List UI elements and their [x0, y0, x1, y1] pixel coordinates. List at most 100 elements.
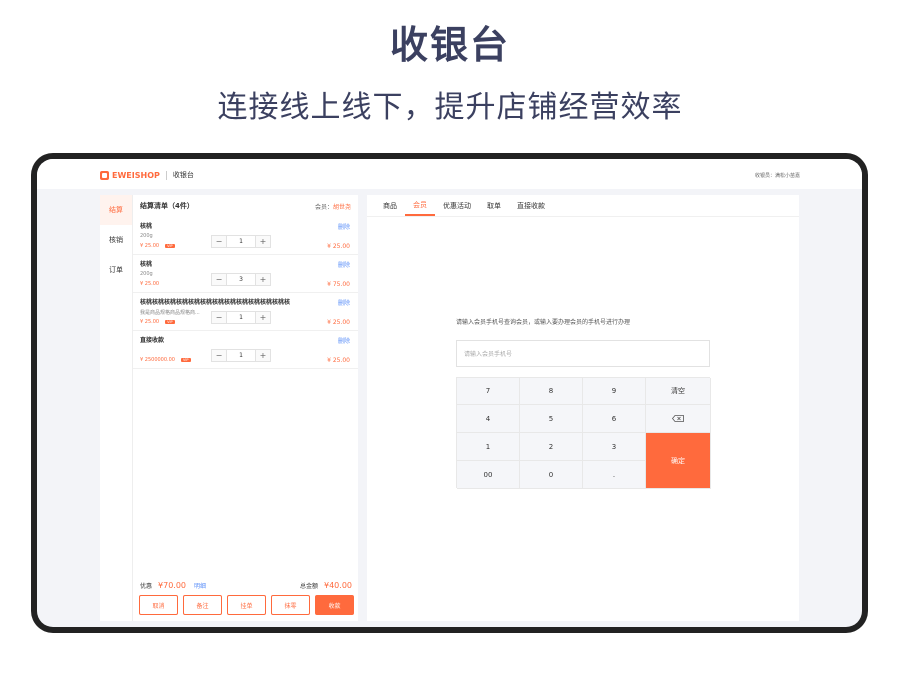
- tab-bar: 商品 会员 优惠活动 取单 直接收款: [367, 195, 799, 217]
- vip-badge: VIP: [181, 358, 191, 362]
- plus-button[interactable]: +: [256, 350, 270, 361]
- delete-link[interactable]: 删除: [338, 298, 350, 307]
- tab-member[interactable]: 会员: [405, 195, 435, 216]
- cancel-button[interactable]: 取消: [139, 595, 178, 615]
- brand-logo[interactable]: EWEISHOP 收银台: [100, 170, 194, 180]
- plus-button[interactable]: +: [256, 312, 270, 323]
- key-1[interactable]: 1: [457, 433, 520, 461]
- key-8[interactable]: 8: [520, 378, 583, 405]
- item-subtotal: ¥ 25.00: [327, 243, 350, 250]
- item-price-value: ¥ 25.00: [140, 243, 160, 249]
- total: 总金额 ¥40.00: [300, 581, 352, 590]
- item-subtotal: ¥ 75.00: [327, 281, 350, 288]
- member-hint: 请输入会员手机号查询会员，或输入要办理会员的手机号进行办理: [456, 319, 631, 326]
- tab-products[interactable]: 商品: [375, 195, 405, 216]
- remark-button[interactable]: 备注: [183, 595, 222, 615]
- item-price: ¥ 25.00 VIP: [140, 243, 175, 249]
- phone-input[interactable]: 请输入会员手机号: [456, 340, 710, 367]
- delete-link[interactable]: 删除: [338, 260, 350, 269]
- hero-title: 收银台: [389, 23, 510, 67]
- minus-button[interactable]: −: [212, 236, 226, 247]
- sidebar: 结算 核销 订单: [100, 195, 132, 621]
- key-dot[interactable]: .: [583, 461, 646, 489]
- minus-button[interactable]: −: [212, 312, 226, 323]
- item-price: ¥ 25.00 VIP: [140, 319, 175, 325]
- sidebar-item-verify[interactable]: 核销: [100, 225, 132, 255]
- tab-direct-payment[interactable]: 直接收款: [509, 195, 553, 216]
- page-title: 收银台: [172, 171, 194, 179]
- item-price-value: ¥ 2500000.00: [140, 357, 175, 363]
- collect-payment-button[interactable]: 收款: [315, 595, 354, 615]
- member-label: 会员：: [314, 203, 333, 211]
- sidebar-item-checkout[interactable]: 结算: [100, 195, 132, 225]
- member-name[interactable]: 胡世尧: [333, 204, 351, 211]
- sidebar-item-orders[interactable]: 订单: [100, 255, 132, 285]
- item-name: 核桃核桃核桃核桃核桃核桃核桃核桃核桃核桃核桃核桃核...: [140, 299, 290, 306]
- key-3[interactable]: 3: [583, 433, 646, 461]
- confirm-key[interactable]: 确定: [646, 433, 711, 489]
- plus-button[interactable]: +: [256, 274, 270, 285]
- total-amount: ¥40.00: [324, 580, 352, 590]
- key-5[interactable]: 5: [520, 405, 583, 433]
- backspace-icon: [672, 415, 684, 422]
- cart-panel: 结算清单（4件） 会员：胡世尧 核桃 200g ¥ 25.00 VIP 删除 − …: [132, 195, 358, 621]
- cart-item: 核桃 200g ¥ 25.00 删除 − 3 + ¥ 75.00: [133, 255, 358, 293]
- key-00[interactable]: 00: [457, 461, 520, 489]
- member-info: 会员：胡世尧: [315, 202, 351, 211]
- discount-label: 优惠: [140, 582, 153, 590]
- cart-item: 核桃核桃核桃核桃核桃核桃核桃核桃核桃核桃核桃核桃核... 我是商品规格商品规格商…: [133, 293, 358, 331]
- quantity-value[interactable]: 1: [226, 312, 256, 323]
- main-panel: 商品 会员 优惠活动 取单 直接收款 请输入会员手机号查询会员，或输入要办理会员…: [367, 195, 799, 621]
- top-bar: EWEISHOP 收银台 收银员：满松小苗嘉: [37, 159, 862, 189]
- device-frame: EWEISHOP 收银台 收银员：满松小苗嘉 结算 核销 订单 结算清单（4件）…: [31, 153, 868, 633]
- item-price-value: ¥ 25.00: [140, 319, 160, 325]
- key-7[interactable]: 7: [457, 378, 520, 405]
- minus-button[interactable]: −: [212, 350, 226, 361]
- minus-button[interactable]: −: [212, 274, 226, 285]
- quantity-value[interactable]: 1: [226, 350, 256, 361]
- cart-item: 核桃 200g ¥ 25.00 VIP 删除 − 1 + ¥ 25.00: [133, 217, 358, 255]
- hold-order-button[interactable]: 挂单: [227, 595, 266, 615]
- quantity-value[interactable]: 3: [226, 274, 256, 285]
- clear-key[interactable]: 清空: [646, 378, 711, 405]
- number-keypad: 7 8 9 清空 4 5 6 1 2 3 确定 00 0 .: [456, 377, 711, 489]
- vip-badge: VIP: [165, 244, 175, 248]
- discount-amount: ¥70.00: [158, 580, 187, 590]
- key-9[interactable]: 9: [583, 378, 646, 405]
- item-price: ¥ 25.00: [140, 281, 159, 287]
- backspace-key[interactable]: [646, 405, 711, 433]
- cart-actions: 取消 备注 挂单 抹零 收款: [139, 595, 354, 615]
- key-2[interactable]: 2: [520, 433, 583, 461]
- item-price: ¥ 2500000.00 VIP: [140, 357, 191, 363]
- cart-title: 结算清单（4件）: [140, 202, 194, 210]
- round-off-button[interactable]: 抹零: [271, 595, 310, 615]
- key-0[interactable]: 0: [520, 461, 583, 489]
- item-name: 直接收款: [140, 337, 165, 344]
- item-subtotal: ¥ 25.00: [327, 319, 350, 326]
- cart-item: 直接收款 ¥ 2500000.00 VIP 删除 − 1 + ¥ 25.00: [133, 331, 358, 369]
- tab-retrieve-order[interactable]: 取单: [479, 195, 509, 216]
- vip-badge: VIP: [165, 320, 175, 324]
- logo-icon: [100, 170, 109, 180]
- discount-detail-link[interactable]: 明细: [194, 581, 206, 590]
- hero-subtitle: 连接线上线下，提升店铺经营效率: [217, 90, 683, 125]
- item-price-value: ¥ 25.00: [140, 281, 160, 287]
- cart-header: 结算清单（4件） 会员：胡世尧: [133, 195, 358, 217]
- divider: [165, 170, 167, 180]
- quantity-stepper: − 1 +: [211, 349, 271, 362]
- key-4[interactable]: 4: [457, 405, 520, 433]
- quantity-stepper: − 3 +: [211, 273, 271, 286]
- tab-promotions[interactable]: 优惠活动: [435, 195, 479, 216]
- quantity-stepper: − 1 +: [211, 235, 271, 248]
- quantity-value[interactable]: 1: [226, 236, 256, 247]
- plus-button[interactable]: +: [256, 236, 270, 247]
- delete-link[interactable]: 删除: [338, 336, 350, 345]
- summary-bar: 优惠 ¥70.00 明细 总金额 ¥40.00: [133, 577, 359, 593]
- app-screen: EWEISHOP 收银台 收银员：满松小苗嘉 结算 核销 订单 结算清单（4件）…: [37, 159, 862, 627]
- key-6[interactable]: 6: [583, 405, 646, 433]
- cashier-info[interactable]: 收银员：满松小苗嘉: [755, 172, 800, 179]
- delete-link[interactable]: 删除: [338, 222, 350, 231]
- quantity-stepper: − 1 +: [211, 311, 271, 324]
- item-name: 核桃: [140, 223, 153, 230]
- brand-name: EWEISHOP: [112, 170, 160, 180]
